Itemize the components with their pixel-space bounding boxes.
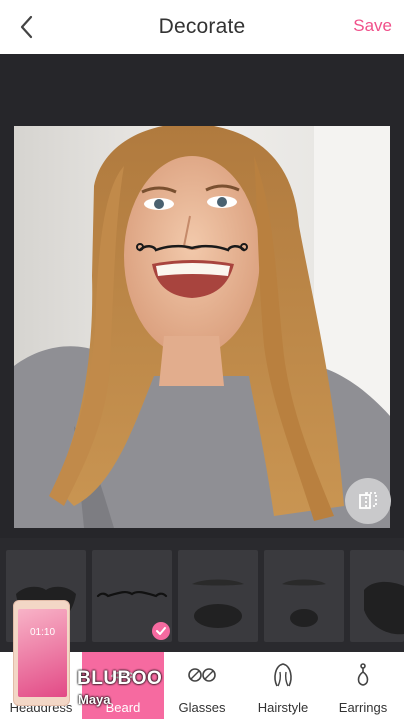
sticker-strip xyxy=(0,538,404,652)
compare-button[interactable] xyxy=(345,478,391,524)
crown-icon xyxy=(30,664,52,681)
tab-headdress-label: Headdress xyxy=(9,700,73,715)
tab-beard[interactable]: Beard xyxy=(82,652,164,719)
tab-earrings[interactable]: Earrings xyxy=(322,652,404,719)
sticker-beard-goatee-wide[interactable] xyxy=(178,550,258,642)
sticker-beard-full[interactable] xyxy=(6,550,86,642)
tab-beard-label: Beard xyxy=(105,700,141,715)
top-bar: Decorate Save xyxy=(0,0,404,54)
sticker-beard-mustache-full[interactable] xyxy=(350,550,404,642)
save-button[interactable]: Save xyxy=(353,16,392,36)
category-tabs: Headdress Beard Glasses Hairstyle Earrin… xyxy=(0,652,404,719)
tab-glasses[interactable]: Glasses xyxy=(161,652,243,719)
tab-earrings-label: Earrings xyxy=(338,700,388,715)
compare-icon xyxy=(359,492,377,509)
photo-preview[interactable] xyxy=(14,126,390,528)
page-title: Decorate xyxy=(158,15,246,38)
mustache-icon xyxy=(110,672,136,679)
tab-hairstyle[interactable]: Hairstyle xyxy=(242,652,324,719)
selected-check-icon xyxy=(152,622,170,640)
tab-glasses-label: Glasses xyxy=(178,700,226,715)
editor-canvas xyxy=(0,54,404,538)
chevron-left-icon xyxy=(20,15,33,39)
tab-headdress[interactable]: Headdress xyxy=(0,652,82,719)
earring-icon xyxy=(357,663,369,686)
glasses-icon xyxy=(188,668,216,682)
tab-hairstyle-label: Hairstyle xyxy=(257,700,309,715)
sticker-mustache-curly[interactable] xyxy=(92,550,172,642)
sticker-beard-goatee-small[interactable] xyxy=(264,550,344,642)
hairstyle-icon xyxy=(274,663,292,687)
back-button[interactable] xyxy=(14,13,40,41)
